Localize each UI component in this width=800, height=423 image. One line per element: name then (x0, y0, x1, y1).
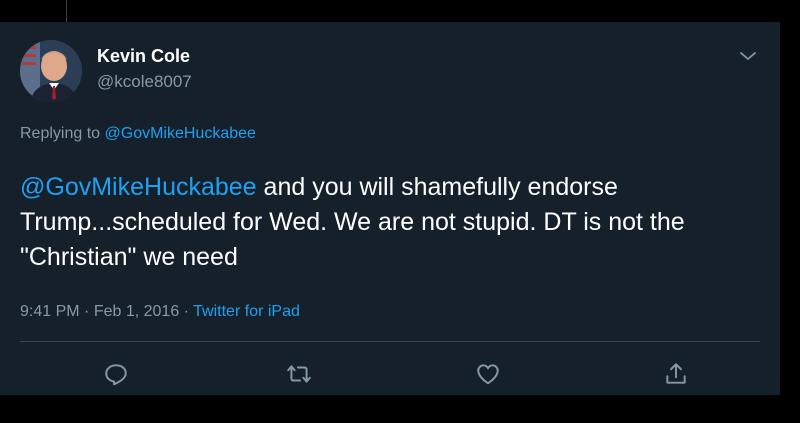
like-icon[interactable] (473, 359, 503, 389)
bottom-letterbox (0, 395, 800, 423)
share-icon[interactable] (661, 359, 691, 389)
avatar-image (20, 40, 82, 102)
chevron-down-icon[interactable] (736, 44, 760, 68)
tweet-source-link[interactable]: Twitter for iPad (193, 303, 300, 320)
replying-to: Replying to @GovMikeHuckabee (20, 125, 256, 143)
tweet-time[interactable]: 9:41 PM (20, 303, 80, 320)
divider (20, 341, 760, 342)
retweet-icon[interactable] (284, 359, 314, 389)
top-letterbox (0, 0, 800, 22)
author-display-name[interactable]: Kevin Cole (97, 46, 190, 67)
meta-separator: · (179, 303, 194, 320)
meta-separator: · (79, 303, 94, 320)
replying-to-label: Replying to (20, 125, 105, 142)
avatar[interactable] (20, 40, 82, 102)
reply-icon[interactable] (101, 359, 131, 389)
thread-line (66, 0, 67, 22)
tweet-card: Kevin Cole @kcole8007 Replying to @GovMi… (0, 22, 780, 395)
author-handle[interactable]: @kcole8007 (97, 72, 192, 92)
tweet-meta: 9:41 PM · Feb 1, 2016 · Twitter for iPad (20, 303, 300, 321)
tweet-text: @GovMikeHuckabee and you will shamefully… (20, 170, 765, 275)
mention-link[interactable]: @GovMikeHuckabee (20, 173, 257, 201)
tweet-date[interactable]: Feb 1, 2016 (94, 303, 179, 320)
reply-handle-link[interactable]: @GovMikeHuckabee (105, 125, 256, 142)
